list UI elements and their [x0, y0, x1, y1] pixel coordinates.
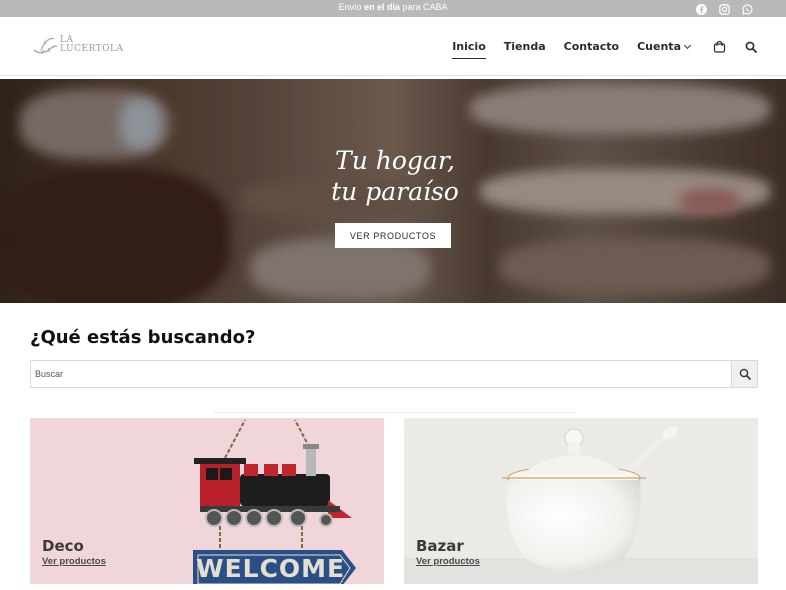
search-icon [739, 368, 751, 380]
category-link-bazar[interactable]: Ver productos [416, 556, 480, 567]
announcement-text: Envío en el día para CABA [0, 2, 786, 12]
search-form [30, 360, 758, 388]
category-title-bazar: Bazar [416, 537, 464, 555]
nav-label-inicio: Inicio [452, 40, 486, 53]
hero-title: Tu hogar, tu paraíso [320, 145, 470, 207]
nav-label-cuenta: Cuenta [637, 40, 681, 53]
chevron-down-icon [683, 41, 692, 49]
search-heading: ¿Qué estás buscando? [30, 327, 256, 348]
category-link-deco[interactable]: Ver productos [42, 556, 106, 567]
nav-item-tienda[interactable]: Tienda [504, 40, 546, 53]
search-submit-button[interactable] [731, 361, 757, 387]
nav-item-inicio[interactable]: Inicio [452, 40, 486, 59]
search-icon[interactable] [744, 40, 758, 54]
cart-icon[interactable] [712, 40, 726, 54]
category-title-deco: Deco [42, 537, 84, 555]
welcome-sign-text: WELCOME [196, 554, 346, 583]
announcement-bar: Envío en el día para CABA [0, 0, 786, 17]
logo-line-2: LUCERTOLA [60, 44, 124, 54]
hero-title-line-1: Tu hogar, [335, 146, 455, 175]
logo-text: LA LUCERTOLA [60, 36, 124, 54]
main-nav: Inicio Tienda Contacto Cuenta [452, 17, 758, 76]
view-products-button[interactable]: VER PRODUCTOS [335, 223, 451, 248]
nav-item-cuenta[interactable]: Cuenta [637, 40, 692, 53]
category-card-bazar[interactable]: Bazar Ver productos [404, 418, 758, 584]
nav-label-contacto: Contacto [563, 40, 620, 53]
social-links [696, 2, 753, 15]
site-logo[interactable]: LA LUCERTOLA [32, 33, 124, 57]
nav-label-tienda: Tienda [503, 40, 546, 53]
search-input[interactable] [31, 361, 731, 387]
nav-item-contacto[interactable]: Contacto [564, 40, 619, 53]
hero-banner: Tu hogar, tu paraíso VER PRODUCTOS [0, 79, 786, 303]
instagram-icon[interactable] [719, 2, 730, 15]
category-card-deco[interactable]: WELCOME Deco Ver productos [30, 418, 384, 584]
section-divider [214, 412, 574, 413]
logo-lizard-icon [33, 37, 58, 55]
announcement-bold: en el día [363, 2, 400, 12]
whatsapp-icon[interactable] [742, 2, 753, 15]
announcement-suffix: para CABA [400, 2, 448, 12]
announcement-prefix: Envío [338, 2, 364, 12]
facebook-icon[interactable] [696, 2, 707, 15]
hero-title-line-2: tu paraíso [331, 177, 459, 206]
site-header: LA LUCERTOLA Inicio Tienda Contacto Cuen… [0, 17, 786, 76]
